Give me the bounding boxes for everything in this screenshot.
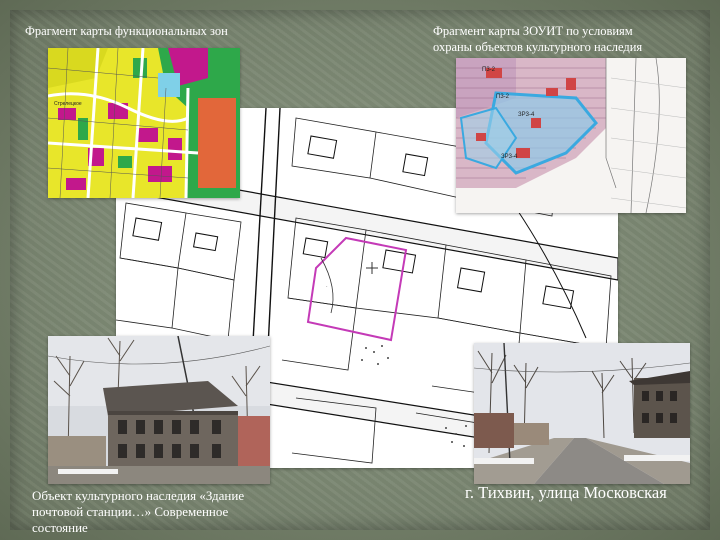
street-photo xyxy=(474,343,690,484)
caption-zouit-line1: Фрагмент карты ЗОУИТ по условиям xyxy=(433,24,633,38)
functional-zones-map: Стрелецкое xyxy=(48,48,240,198)
caption-heritage-line2: почтовой станции…» Современное xyxy=(32,504,229,519)
caption-street: г. Тихвин, улица Московская xyxy=(465,483,667,502)
caption-functional-zones: Фрагмент карты функциональных зон xyxy=(25,24,228,38)
zouit-label-1: П3-2 xyxy=(482,67,496,73)
zouit-label-2: П3-2 xyxy=(496,94,510,100)
zouit-label-4: ЗР3-4 xyxy=(501,154,518,160)
caption-heritage-line1: Объект культурного наследия «Здание xyxy=(32,488,245,503)
caption-zouit: Фрагмент карты ЗОУИТ по условиям охраны … xyxy=(433,23,642,55)
caption-zouit-line2: охраны объектов культурного наследия xyxy=(433,40,643,54)
caption-heritage-line3: состояние xyxy=(32,520,88,535)
caption-heritage: Объект культурного наследия «Здание почт… xyxy=(32,488,244,536)
zouit-map: П3-2 П3-2 ЗР3-4 ЗР3-4 xyxy=(456,58,686,213)
zouit-label-3: ЗР3-4 xyxy=(518,112,535,118)
map-label-place: Стрелецкое xyxy=(54,101,82,107)
heritage-building-photo xyxy=(48,336,270,484)
